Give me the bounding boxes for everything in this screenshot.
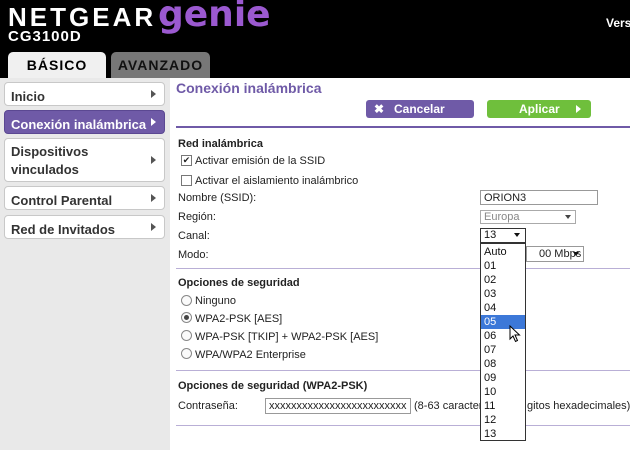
chevron-right-icon bbox=[151, 156, 156, 164]
divider bbox=[176, 425, 630, 426]
sidebar: Inicio Conexión inalámbrica Dispositivos… bbox=[0, 78, 170, 450]
close-icon: ✖ bbox=[374, 102, 385, 116]
sidebar-item-attached-devices[interactable]: Dispositivos vinculados bbox=[4, 138, 165, 182]
channel-option[interactable]: 09 bbox=[481, 371, 525, 385]
page-title: Conexión inalámbrica bbox=[176, 80, 322, 96]
ssid-label: Nombre (SSID): bbox=[178, 192, 257, 204]
channel-option[interactable]: 11 bbox=[481, 399, 525, 413]
channel-option[interactable]: 01 bbox=[481, 259, 525, 273]
enable-ssid-checkbox[interactable]: ✔ bbox=[181, 155, 192, 166]
sidebar-item-wireless[interactable]: Conexión inalámbrica bbox=[4, 110, 165, 134]
channel-option[interactable]: 04 bbox=[481, 301, 525, 315]
region-label: Región: bbox=[178, 211, 216, 223]
chevron-down-icon bbox=[573, 252, 579, 256]
tab-advanced[interactable]: AVANZADO bbox=[111, 52, 210, 78]
radio-mixed-label: WPA-PSK [TKIP] + WPA2-PSK [AES] bbox=[195, 331, 379, 343]
wireless-section-title: Red inalámbrica bbox=[178, 138, 263, 150]
tab-basic[interactable]: BÁSICO bbox=[8, 52, 106, 78]
password-hint-prefix: (8-63 caractere bbox=[414, 400, 489, 412]
radio-none[interactable] bbox=[181, 295, 192, 306]
channel-option[interactable]: Auto bbox=[481, 245, 525, 259]
channel-option[interactable]: 13 bbox=[481, 427, 525, 441]
sidebar-item-label: vinculados bbox=[11, 162, 79, 177]
password-hint-suffix: gitos hexadecimales) bbox=[527, 400, 630, 412]
channel-option[interactable]: 03 bbox=[481, 287, 525, 301]
sidebar-item-label: Control Parental bbox=[11, 193, 113, 208]
radio-wpa2-label: WPA2-PSK [AES] bbox=[195, 313, 283, 325]
security-section-title: Opciones de seguridad bbox=[178, 277, 300, 289]
sidebar-item-label: Red de Invitados bbox=[11, 222, 116, 237]
channel-option[interactable]: 12 bbox=[481, 413, 525, 427]
model-name: CG3100D bbox=[8, 28, 82, 45]
password-label: Contraseña: bbox=[178, 400, 238, 412]
chevron-right-icon bbox=[151, 223, 156, 231]
chevron-right-icon bbox=[151, 118, 156, 126]
divider bbox=[176, 126, 630, 128]
channel-option[interactable]: 10 bbox=[481, 385, 525, 399]
enable-ssid-label: Activar emisión de la SSID bbox=[195, 155, 326, 167]
password-input[interactable]: xxxxxxxxxxxxxxxxxxxxxxxxx bbox=[265, 398, 411, 414]
header: NETGEAR genie ™ CG3100D Vers BÁSICO AVAN… bbox=[0, 0, 630, 78]
trademark-mark: ™ bbox=[251, 6, 260, 16]
psk-section-title: Opciones de seguridad (WPA2-PSK) bbox=[178, 380, 368, 392]
mode-label: Modo: bbox=[178, 249, 209, 261]
region-value: Europa bbox=[484, 211, 520, 223]
sidebar-item-guest-network[interactable]: Red de Invitados bbox=[4, 215, 165, 239]
divider bbox=[176, 268, 630, 269]
region-select[interactable]: Europa bbox=[480, 210, 576, 224]
radio-enterprise-label: WPA/WPA2 Enterprise bbox=[195, 349, 306, 361]
chevron-down-icon bbox=[514, 233, 520, 237]
channel-option[interactable]: 08 bbox=[481, 357, 525, 371]
sidebar-item-label: Conexión inalámbrica bbox=[11, 117, 147, 132]
sidebar-item-label: Dispositivos bbox=[11, 144, 89, 159]
mouse-cursor-icon bbox=[509, 325, 521, 343]
chevron-down-icon bbox=[565, 215, 571, 219]
isolation-label: Activar el aislamiento inalámbrico bbox=[195, 175, 359, 187]
channel-option[interactable]: 07 bbox=[481, 343, 525, 357]
divider bbox=[176, 370, 630, 371]
sidebar-item-home[interactable]: Inicio bbox=[4, 82, 165, 106]
channel-value: 13 bbox=[484, 229, 497, 241]
ssid-input[interactable]: ORION3 bbox=[480, 190, 598, 205]
channel-select[interactable]: 13 bbox=[480, 228, 526, 243]
radio-wpa2-psk-aes[interactable] bbox=[181, 312, 192, 323]
sidebar-item-parental-control[interactable]: Control Parental bbox=[4, 186, 165, 210]
sidebar-item-label: Inicio bbox=[11, 89, 45, 104]
version-label: Vers bbox=[606, 16, 630, 30]
chevron-right-icon bbox=[151, 90, 156, 98]
radio-none-label: Ninguno bbox=[195, 295, 236, 307]
isolation-checkbox[interactable] bbox=[181, 175, 192, 186]
radio-wpa-wpa2-mixed[interactable] bbox=[181, 330, 192, 341]
cancel-button-label: Cancelar bbox=[394, 102, 445, 116]
channel-option[interactable]: 02 bbox=[481, 273, 525, 287]
chevron-right-icon bbox=[151, 194, 156, 202]
channel-label: Canal: bbox=[178, 230, 210, 242]
apply-button-label: Aplicar bbox=[519, 102, 560, 116]
radio-enterprise[interactable] bbox=[181, 348, 192, 359]
cancel-button[interactable]: ✖ Cancelar bbox=[366, 100, 474, 118]
apply-button[interactable]: Aplicar bbox=[487, 100, 591, 118]
mode-select[interactable]: 00 Mbps bbox=[526, 246, 584, 262]
chevron-right-icon bbox=[576, 105, 581, 113]
